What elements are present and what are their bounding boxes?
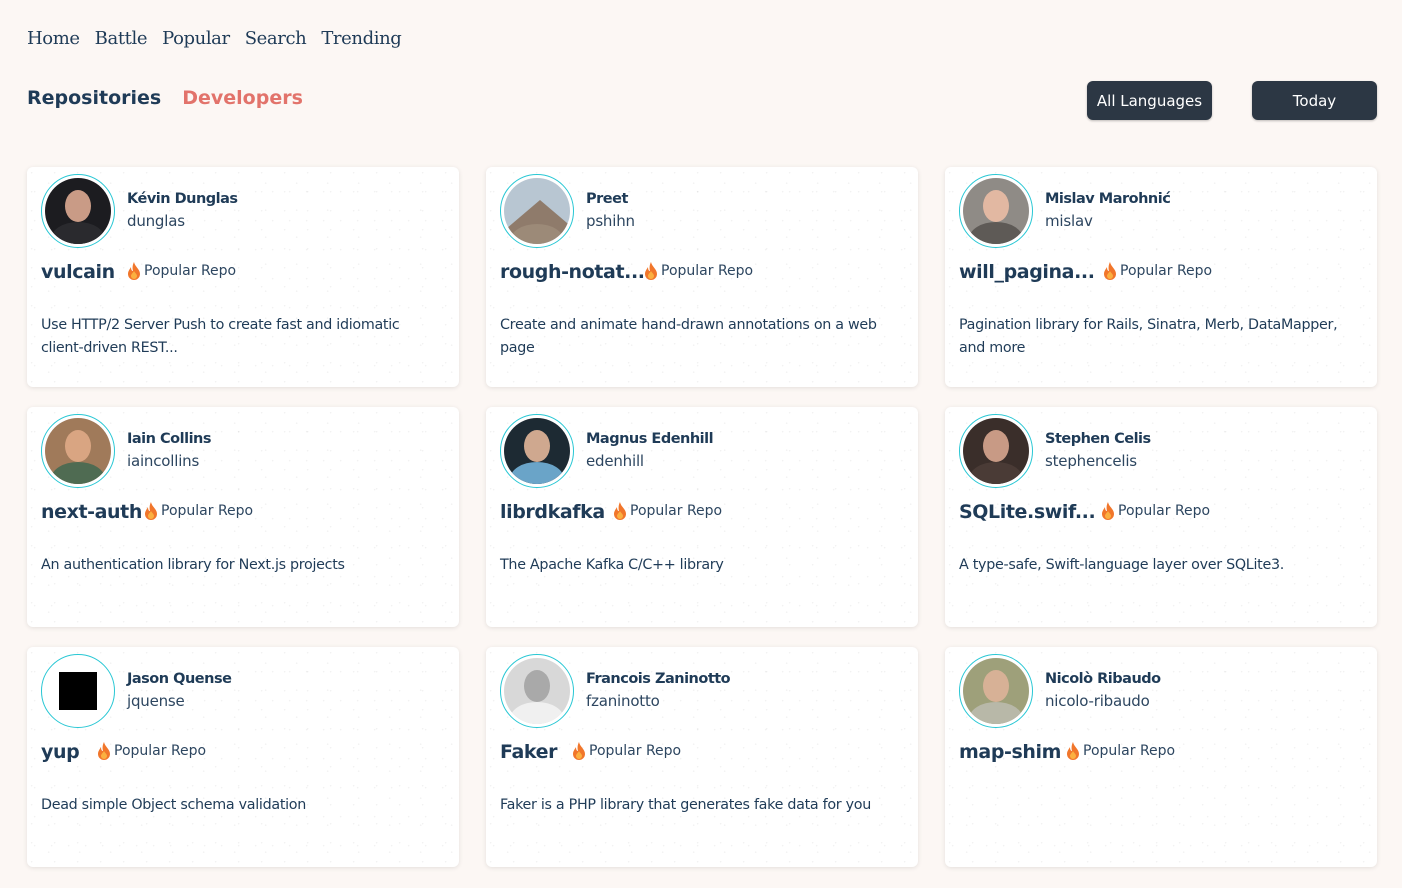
nav-trending[interactable]: Trending <box>321 28 401 49</box>
developer-username: fzaninotto <box>586 692 660 710</box>
repo-link[interactable]: will_pagina... <box>959 261 1095 283</box>
developer-card: Iain Collins iaincollins next-auth Popul… <box>27 407 459 627</box>
popular-repo-badge: Popular Repo <box>571 741 681 761</box>
nav-battle[interactable]: Battle <box>95 28 148 49</box>
developer-name: Francois Zaninotto <box>586 671 731 687</box>
fire-icon <box>1102 502 1114 520</box>
developer-username: stephencelis <box>1045 452 1137 470</box>
popular-repo-badge: Popular Repo <box>612 501 722 521</box>
popular-repo-badge: Popular Repo <box>1102 261 1212 281</box>
developer-username: pshihn <box>586 212 635 230</box>
avatar[interactable] <box>41 414 115 488</box>
avatar[interactable] <box>500 414 574 488</box>
avatar[interactable] <box>500 654 574 728</box>
period-filter-button[interactable]: Today <box>1252 81 1377 120</box>
repo-description: Use HTTP/2 Server Push to create fast an… <box>41 317 400 356</box>
repo-link[interactable]: Faker <box>500 741 557 763</box>
developer-card: Preet pshihn rough-notat... Popular Repo… <box>486 167 918 387</box>
fire-icon <box>128 262 140 280</box>
developer-card: Jason Quense jquense yup Popular Repo De… <box>27 647 459 867</box>
popular-repo-label: Popular Repo <box>630 503 723 519</box>
fire-icon <box>573 742 585 760</box>
popular-repo-badge: Popular Repo <box>96 741 206 761</box>
repo-link[interactable]: map-shim <box>959 741 1061 763</box>
repo-description: The Apache Kafka C/C++ library <box>500 557 724 573</box>
fire-icon <box>1067 742 1079 760</box>
repo-description: An authentication library for Next.js pr… <box>41 557 345 573</box>
repo-description: A type-safe, Swift-language layer over S… <box>959 557 1284 573</box>
repo-link[interactable]: librdkafka <box>500 501 605 523</box>
avatar[interactable] <box>959 654 1033 728</box>
avatar[interactable] <box>959 174 1033 248</box>
repo-link[interactable]: vulcain <box>41 261 115 283</box>
tab-repositories[interactable]: Repositories <box>27 87 161 109</box>
avatar[interactable] <box>500 174 574 248</box>
popular-repo-label: Popular Repo <box>1118 503 1211 519</box>
developer-card: Magnus Edenhill edenhill librdkafka Popu… <box>486 407 918 627</box>
repo-link[interactable]: next-auth <box>41 501 142 523</box>
popular-repo-badge: Popular Repo <box>143 501 253 521</box>
popular-repo-label: Popular Repo <box>589 743 682 759</box>
developer-card: Mislav Marohnić mislav will_pagina... Po… <box>945 167 1377 387</box>
language-filter-button[interactable]: All Languages <box>1087 81 1212 120</box>
nav-home[interactable]: Home <box>27 28 80 49</box>
developer-username: dunglas <box>127 212 185 230</box>
repo-description: Dead simple Object schema validation <box>41 797 307 813</box>
popular-repo-label: Popular Repo <box>114 743 207 759</box>
developer-card: Nicolò Ribaudo nicolo-ribaudo map-shim P… <box>945 647 1377 867</box>
developer-name: Iain Collins <box>127 431 212 447</box>
popular-repo-badge: Popular Repo <box>1100 501 1210 521</box>
developer-username: mislav <box>1045 212 1093 230</box>
avatar[interactable] <box>959 414 1033 488</box>
fire-icon <box>98 742 110 760</box>
developer-card: Stephen Celis stephencelis SQLite.swif..… <box>945 407 1377 627</box>
developer-name: Jason Quense <box>127 671 232 687</box>
fire-icon <box>614 502 626 520</box>
developer-name: Magnus Edenhill <box>586 431 714 447</box>
popular-repo-label: Popular Repo <box>1120 263 1213 279</box>
developer-name: Stephen Celis <box>1045 431 1151 447</box>
repo-link[interactable]: yup <box>41 741 80 763</box>
fire-icon <box>1104 262 1116 280</box>
developer-card: Francois Zaninotto fzaninotto Faker Popu… <box>486 647 918 867</box>
developer-name: Preet <box>586 191 628 207</box>
fire-icon <box>645 262 657 280</box>
developer-grid: Kévin Dunglas dunglas vulcain Popular Re… <box>27 167 1377 867</box>
avatar[interactable] <box>41 174 115 248</box>
avatar[interactable] <box>41 654 115 728</box>
developer-username: nicolo-ribaudo <box>1045 692 1150 710</box>
developer-name: Kévin Dunglas <box>127 191 238 207</box>
developer-name: Nicolò Ribaudo <box>1045 671 1161 687</box>
repo-description: Create and animate hand-drawn annotation… <box>500 317 877 356</box>
repo-description: Pagination library for Rails, Sinatra, M… <box>959 317 1338 356</box>
popular-repo-badge: Popular Repo <box>643 261 753 281</box>
popular-repo-badge: Popular Repo <box>1065 741 1175 761</box>
fire-icon <box>145 502 157 520</box>
nav-popular[interactable]: Popular <box>162 28 230 49</box>
repo-description: Faker is a PHP library that generates fa… <box>500 797 871 813</box>
popular-repo-label: Popular Repo <box>1083 743 1176 759</box>
nav-search[interactable]: Search <box>245 28 307 49</box>
popular-repo-label: Popular Repo <box>144 263 237 279</box>
developer-username: iaincollins <box>127 452 200 470</box>
developer-card: Kévin Dunglas dunglas vulcain Popular Re… <box>27 167 459 387</box>
main-nav: Home Battle Popular Search Trending <box>27 28 402 49</box>
trending-tabs: Repositories Developers <box>27 87 303 109</box>
popular-repo-label: Popular Repo <box>161 503 254 519</box>
popular-repo-label: Popular Repo <box>661 263 754 279</box>
developer-username: jquense <box>127 692 185 710</box>
developer-username: edenhill <box>586 452 644 470</box>
popular-repo-badge: Popular Repo <box>126 261 236 281</box>
tab-developers[interactable]: Developers <box>182 87 303 109</box>
developer-name: Mislav Marohnić <box>1045 191 1171 207</box>
repo-link[interactable]: SQLite.swif... <box>959 501 1096 523</box>
repo-link[interactable]: rough-notat... <box>500 261 645 283</box>
